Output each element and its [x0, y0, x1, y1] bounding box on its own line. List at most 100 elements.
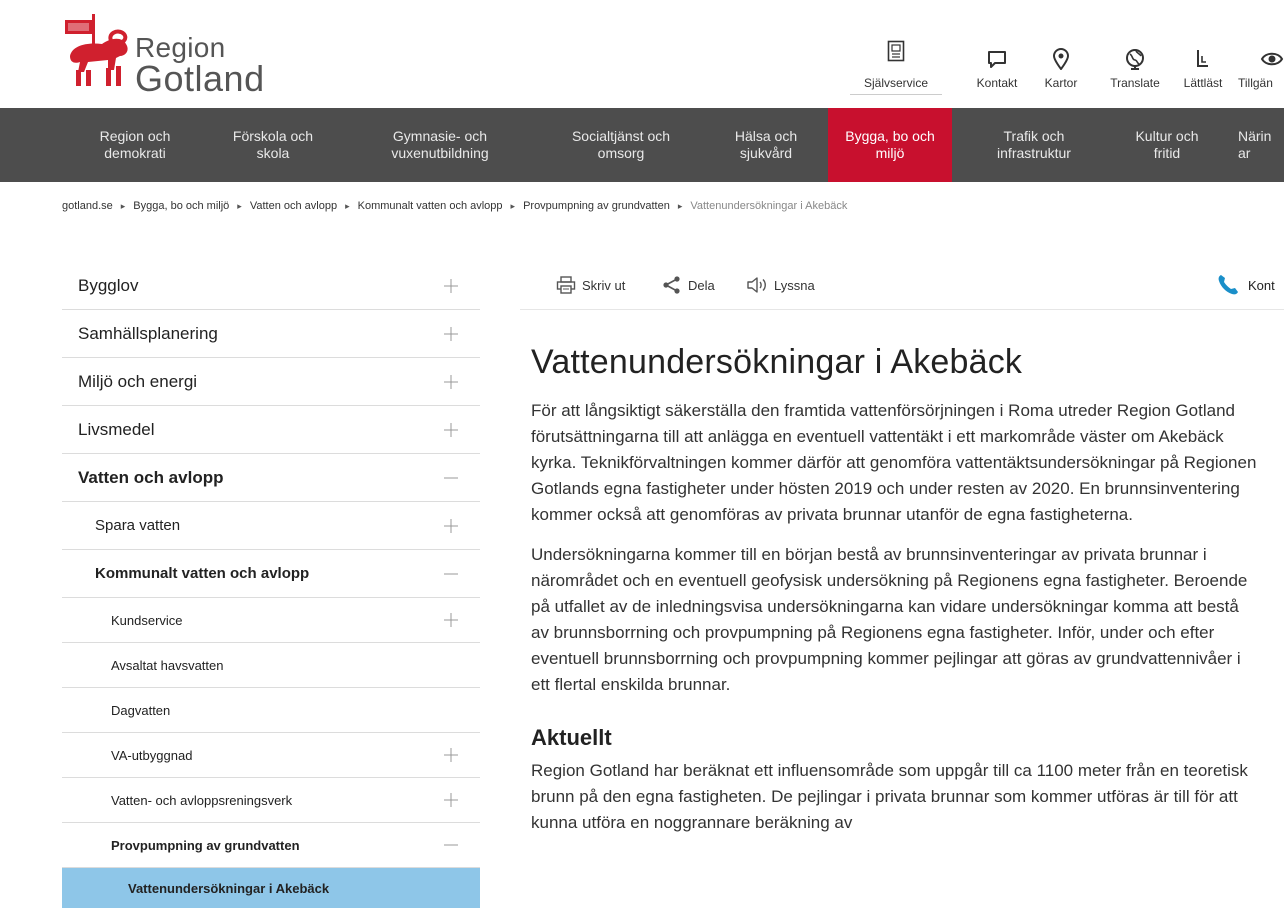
contact-label: Kont [1248, 277, 1275, 293]
share-button[interactable]: Dela [662, 274, 715, 296]
maps-link[interactable]: Kartor [1036, 48, 1086, 94]
main-navigation: Region och demokrati Förskola och skola … [0, 108, 1284, 182]
sidebar-item-provpumpning[interactable]: Provpumpning av grundvatten [62, 823, 480, 868]
plus-icon[interactable] [444, 374, 458, 389]
nav-item-socialtjanst-och-omsorg[interactable]: Socialtjänst och omsorg [540, 108, 702, 182]
print-button[interactable]: Skriv ut [556, 274, 625, 296]
sidebar-item-label: Bygglov [78, 275, 139, 295]
breadcrumb-link-kommunalt[interactable]: Kommunalt vatten och avlopp [358, 200, 503, 212]
sidebar-item-label: Samhällsplanering [78, 323, 218, 343]
minus-icon[interactable] [444, 471, 458, 485]
nav-item-kultur-och-fritid[interactable]: Kultur och fritid [1108, 108, 1226, 182]
sidebar-item-label: Vattenundersökningar i Akebäck [128, 880, 330, 896]
sidebar-item-spara-vatten[interactable]: Spara vatten [62, 502, 480, 550]
page-tools-bar: Skriv ut Dela Lyssna Kont [520, 262, 1284, 310]
sidebar-item-livsmedel[interactable]: Livsmedel [62, 406, 480, 454]
contact-label: Kontakt [976, 76, 1018, 90]
article-paragraph-2: Undersökningarna kommer till en början b… [531, 545, 1248, 694]
plus-icon[interactable] [444, 613, 458, 627]
sidebar-item-label: Miljö och energi [78, 371, 198, 391]
listen-label: Lyssna [774, 277, 815, 293]
contact-link[interactable]: Kontakt [968, 48, 1026, 94]
breadcrumb-current: Vattenundersökningar i Akebäck [690, 200, 848, 212]
sidebar-item-kommunalt-vatten-och-avlopp[interactable]: Kommunalt vatten och avlopp [62, 550, 480, 598]
nav-item-region-och-demokrati[interactable]: Region och demokrati [62, 108, 208, 182]
article-paragraph-3: Region Gotland har beräknat ett influens… [531, 761, 1248, 832]
breadcrumb-link-vatten[interactable]: Vatten och avlopp [250, 200, 337, 212]
plus-icon[interactable] [444, 422, 458, 437]
share-icon [662, 276, 682, 294]
breadcrumb-separator-icon: ▸ [237, 200, 242, 211]
printer-icon [556, 276, 576, 294]
listen-button[interactable]: Lyssna [746, 274, 815, 296]
share-label: Dela [688, 277, 715, 293]
nav-item-gymnasie-och-vuxenutbildning[interactable]: Gymnasie- och vuxenutbildning [352, 108, 528, 182]
easy-read-icon [1174, 48, 1232, 74]
maps-label: Kartor [1044, 76, 1078, 90]
breadcrumb-separator-icon: ▸ [345, 200, 350, 211]
nav-item-forskola-och-skola[interactable]: Förskola och skola [208, 108, 338, 182]
eye-icon [1238, 48, 1284, 74]
easy-read-link[interactable]: Lättläst [1174, 48, 1232, 94]
plus-icon[interactable] [444, 518, 458, 533]
minus-icon[interactable] [444, 567, 458, 581]
globe-icon [1098, 48, 1172, 74]
sidebar-item-miljo-och-energi[interactable]: Miljö och energi [62, 358, 480, 406]
nav-item-halsa-och-sjukvard[interactable]: Hälsa och sjukvård [710, 108, 822, 182]
sidebar-item-kundservice[interactable]: Kundservice [62, 598, 480, 643]
page-title: Vattenundersökningar i Akebäck [531, 343, 1023, 381]
sidebar-item-reningsverk[interactable]: Vatten- och avloppsreningsverk [62, 778, 480, 823]
minus-icon[interactable] [444, 838, 458, 852]
logo-line-gotland: Gotland [135, 58, 265, 99]
sidebar-item-vatten-och-avlopp[interactable]: Vatten och avlopp [62, 454, 480, 502]
translate-link[interactable]: Translate [1098, 48, 1172, 94]
breadcrumb-separator-icon: ▸ [120, 200, 126, 211]
sidebar-item-label: VA-utbyggnad [111, 747, 193, 763]
plus-icon[interactable] [444, 793, 458, 807]
sidebar-item-label: Spara vatten [95, 517, 181, 534]
region-gotland-logo[interactable]: Region Gotland [62, 12, 282, 99]
sidebar-item-label: Vatten- och avloppsreningsverk [111, 792, 293, 808]
main-article: Vattenundersökningar i Akebäck För att l… [531, 340, 1271, 850]
print-label: Skriv ut [582, 277, 626, 293]
nav-item-naringsliv[interactable]: Närin ar [1238, 108, 1284, 182]
sidebar-item-dagvatten[interactable]: Dagvatten [62, 688, 480, 733]
document-icon [850, 40, 942, 74]
selfservice-link[interactable]: Självservice [850, 40, 942, 95]
selfservice-label: Självservice [850, 76, 942, 95]
site-header: Region Gotland Självservice Kontakt Kart… [0, 0, 1284, 108]
breadcrumb-separator-icon: ▸ [510, 200, 516, 211]
speech-bubble-icon [968, 48, 1026, 74]
sidebar-item-avsaltat-havsvatten[interactable]: Avsaltat havsvatten [62, 643, 480, 688]
nav-item-trafik-och-infrastruktur[interactable]: Trafik och infrastruktur [966, 108, 1102, 182]
sidebar-item-label: Kundservice [111, 612, 183, 628]
breadcrumb-link-home[interactable]: gotland.se [62, 200, 113, 212]
sidebar-item-va-utbyggnad[interactable]: VA-utbyggnad [62, 733, 480, 778]
sidebar-item-label: Dagvatten [111, 702, 171, 718]
sidebar-item-samhallsplanering[interactable]: Samhällsplanering [62, 310, 480, 358]
plus-icon[interactable] [444, 748, 458, 762]
sidebar-item-label: Livsmedel [78, 419, 155, 439]
speaker-icon [746, 276, 768, 294]
translate-label: Translate [1110, 76, 1160, 90]
section-heading-aktuellt: Aktuellt [531, 725, 612, 750]
sidebar-item-bygglov[interactable]: Bygglov [62, 262, 480, 310]
nav-item-bygga-bo-och-miljo[interactable]: Bygga, bo och miljö [828, 108, 952, 182]
sidebar-item-label: Provpumpning av grundvatten [111, 837, 300, 853]
accessibility-link[interactable]: Tillgän [1238, 48, 1284, 94]
sidebar-item-vattenundersokningar-active[interactable]: Vattenundersökningar i Akebäck [62, 868, 480, 908]
sidebar-item-label: Kommunalt vatten och avlopp [95, 565, 310, 582]
plus-icon[interactable] [444, 278, 458, 293]
easy-read-label: Lättläst [1183, 76, 1223, 90]
breadcrumb-link-bygga[interactable]: Bygga, bo och miljö [133, 200, 229, 212]
plus-icon[interactable] [444, 326, 458, 341]
gotland-ram-logo-icon [65, 14, 128, 86]
phone-icon [1216, 273, 1240, 297]
contact-button[interactable]: Kont [1216, 274, 1275, 296]
breadcrumb-separator-icon: ▸ [677, 200, 683, 211]
sidebar-item-label: Avsaltat havsvatten [111, 657, 224, 673]
sidebar-item-label: Vatten och avlopp [78, 467, 224, 487]
map-pin-icon [1036, 48, 1086, 74]
accessibility-label: Tillgän [1238, 76, 1273, 90]
breadcrumb-link-provpumpning[interactable]: Provpumpning av grundvatten [523, 200, 670, 212]
